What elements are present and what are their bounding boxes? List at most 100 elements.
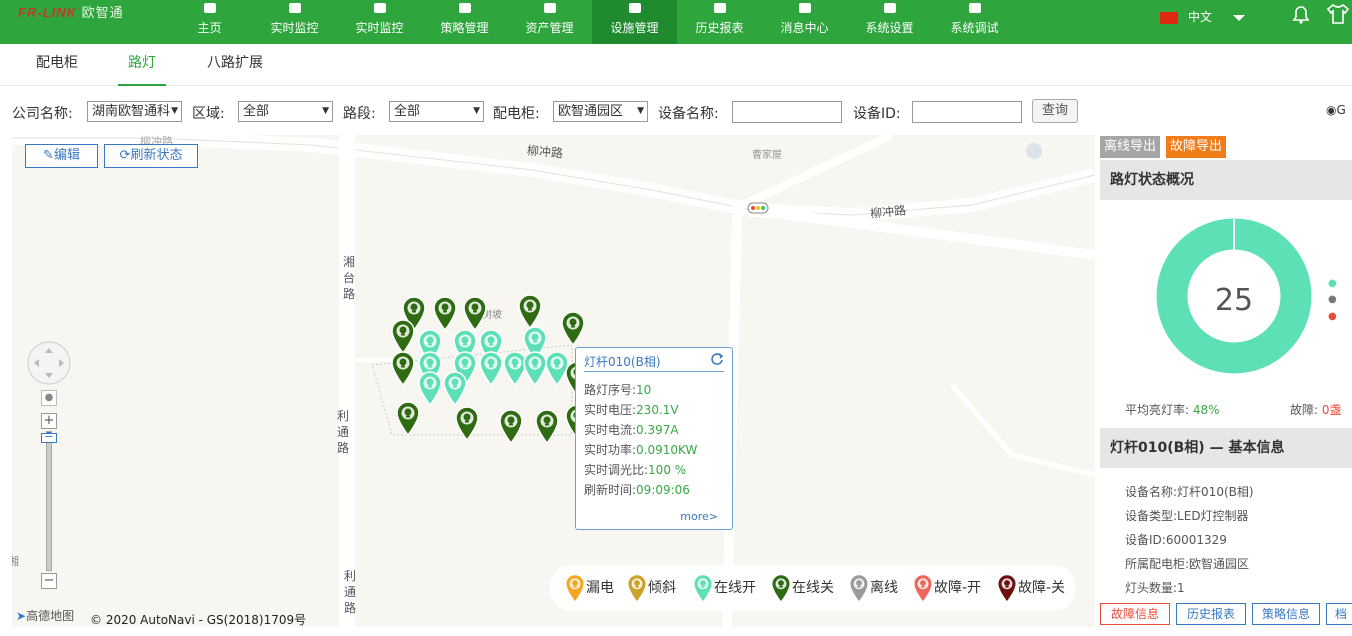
info-row: 所属配电柜:欧智通园区 xyxy=(1125,555,1249,572)
info-row: 设备名称:灯杆010(B相) xyxy=(1125,483,1254,500)
legend-item: 故障-关 xyxy=(996,573,1065,604)
road-li-2: 通 xyxy=(337,425,350,439)
bottom-tab-button[interactable]: 策略信息 xyxy=(1252,603,1320,625)
nav-item-label: 实时监控 xyxy=(355,21,404,35)
legend-item: 在线关 xyxy=(770,573,834,604)
bottom-tab-button[interactable]: 档 xyxy=(1326,603,1352,625)
cabinet-select[interactable]: 欧智通园区 ▼ xyxy=(553,101,648,122)
bottom-tab-button[interactable]: 故障信息 xyxy=(1100,603,1170,625)
monitor-icon xyxy=(288,3,301,13)
info-popup: 灯杆010(B相) 路灯序号:10 实时电压:230.1V 实时电流:0.397A 实… xyxy=(575,347,733,530)
popup-refresh-icon[interactable] xyxy=(710,352,724,366)
road-li-4: 利 xyxy=(344,569,357,583)
nav-item-4[interactable]: 资产管理 xyxy=(507,0,592,44)
nav-item-label: 策略管理 xyxy=(440,21,489,35)
popup-row-value: 0.397A xyxy=(636,423,679,437)
streetlight-marker[interactable] xyxy=(498,408,524,448)
popup-row: 实时功率:0.0910KW xyxy=(584,441,697,458)
road-xiang-2: 台 xyxy=(343,271,356,285)
nav-item-2[interactable]: 实时监控 xyxy=(337,0,422,44)
tab-ext8[interactable]: 八路扩展 xyxy=(207,44,263,86)
info-row: 设备类型:LED灯控制器 xyxy=(1125,507,1249,524)
map-type-radio-label: G xyxy=(1336,103,1346,117)
popup-row-label: 实时电流: xyxy=(584,423,637,437)
map-provider-logo: ➤高德地图 xyxy=(16,607,74,624)
zoom-slider-handle[interactable]: − xyxy=(41,431,57,443)
zoom-slider-track[interactable] xyxy=(46,431,52,571)
popup-row: 路灯序号:10 xyxy=(584,381,651,398)
china-flag-icon xyxy=(1160,11,1178,24)
zoom-out-button[interactable]: − xyxy=(41,573,57,589)
streetlight-marker[interactable] xyxy=(395,400,421,440)
streetlight-marker[interactable] xyxy=(560,310,586,350)
more-link[interactable]: more> xyxy=(680,510,718,523)
top-nav: FR-LINK 欧智通 主页 实时监控 实时监控 策略管理 资产管理 设施管理 历史报表 消息… xyxy=(0,0,1352,44)
area-select-value: 全部 xyxy=(243,104,270,119)
nav-item-7[interactable]: 消息中心 xyxy=(762,0,847,44)
streetlight-marker[interactable] xyxy=(478,350,504,390)
road-li-1: 利 xyxy=(337,409,350,423)
streetlight-marker[interactable] xyxy=(454,405,480,445)
bottom-tab-button[interactable]: 历史报表 xyxy=(1176,603,1246,625)
popup-divider xyxy=(584,371,724,372)
basic-info-title: 灯杆010(B相) — 基本信息 xyxy=(1100,428,1352,468)
overview-title: 路灯状态概况 xyxy=(1100,160,1352,200)
legend-dot-fault: ● xyxy=(1328,311,1337,322)
bell-icon[interactable] xyxy=(1290,3,1312,25)
tab-streetlight[interactable]: 路灯 xyxy=(118,44,166,86)
avg-rate-label: 平均亮灯率: 48% xyxy=(1125,403,1220,417)
road-select[interactable]: 全部 ▼ xyxy=(389,101,484,122)
legend-label: 在线关 xyxy=(792,580,834,596)
monitor-icon xyxy=(373,3,386,13)
map-type-radio[interactable]: ◉G xyxy=(1326,103,1346,117)
select-arrow-icon: ▼ xyxy=(171,106,178,116)
legend-dot-offline: ● xyxy=(1328,294,1337,305)
debug-icon xyxy=(968,3,981,13)
popup-row-value: 0.0910KW xyxy=(636,443,698,457)
area-select[interactable]: 全部 ▼ xyxy=(238,101,333,122)
nav-item-5[interactable]: 设施管理 xyxy=(592,0,677,44)
popup-row-value: 230.1V xyxy=(636,403,679,417)
refresh-status-button[interactable]: ⟳刷新状态 xyxy=(104,144,198,168)
popup-row: 刷新时间:09:09:06 xyxy=(584,481,690,498)
light-marker-icon xyxy=(626,574,648,604)
legend-item: 倾斜 xyxy=(626,573,676,604)
road-label-2: 柳冲路 xyxy=(526,143,564,161)
streetlight-marker[interactable] xyxy=(534,408,560,448)
nav-item-label: 资产管理 xyxy=(525,21,574,35)
offline-export-button[interactable]: 离线导出 xyxy=(1100,136,1161,158)
shirt-icon[interactable] xyxy=(1326,3,1350,25)
nav-item-3[interactable]: 策略管理 xyxy=(422,0,507,44)
map-area[interactable]: 柳冲路 柳冲路 柳冲路 曹家屋 树坡 湘 台 路 利 通 路 利 通 路 湘 ✎… xyxy=(12,135,1095,627)
device-id-input[interactable] xyxy=(912,101,1022,123)
legend-dot-online: ● xyxy=(1328,278,1337,289)
nav-item-6[interactable]: 历史报表 xyxy=(677,0,762,44)
nav-item-9[interactable]: 系统调试 xyxy=(932,0,1017,44)
nav-item-label: 设施管理 xyxy=(610,21,659,35)
locate-button[interactable]: ● xyxy=(41,390,57,406)
info-row: 设备ID:60001329 xyxy=(1125,531,1227,548)
nav-item-1[interactable]: 实时监控 xyxy=(252,0,337,44)
language-selector[interactable]: 中文 xyxy=(1160,8,1246,25)
fault-export-button[interactable]: 故障导出 xyxy=(1166,136,1227,158)
edit-button[interactable]: ✎编辑 xyxy=(25,144,98,168)
select-arrow-icon: ▼ xyxy=(322,106,329,116)
nav-item-0[interactable]: 主页 xyxy=(167,0,252,44)
device-name-input[interactable] xyxy=(732,101,842,123)
status-donut-chart: 25 xyxy=(1156,218,1312,374)
nav-item-8[interactable]: 系统设置 xyxy=(847,0,932,44)
company-select[interactable]: 湖南欧智通科 ▼ xyxy=(87,101,182,122)
light-marker-icon xyxy=(912,574,934,604)
tab-cabinet[interactable]: 配电柜 xyxy=(36,44,78,86)
pan-control[interactable] xyxy=(26,340,72,386)
donut-center-value: 25 xyxy=(1215,283,1253,318)
streetlight-marker[interactable] xyxy=(442,370,468,410)
tools-icon xyxy=(628,3,641,13)
policy-icon xyxy=(458,3,471,13)
query-button[interactable]: 查询 xyxy=(1032,99,1078,123)
zoom-in-button[interactable]: + xyxy=(41,413,57,429)
popup-row: 实时调光比:100 % xyxy=(584,461,686,478)
popup-row-label: 实时功率: xyxy=(584,443,637,457)
streetlight-marker[interactable] xyxy=(390,350,416,390)
popup-row-value: 10 xyxy=(636,383,652,397)
